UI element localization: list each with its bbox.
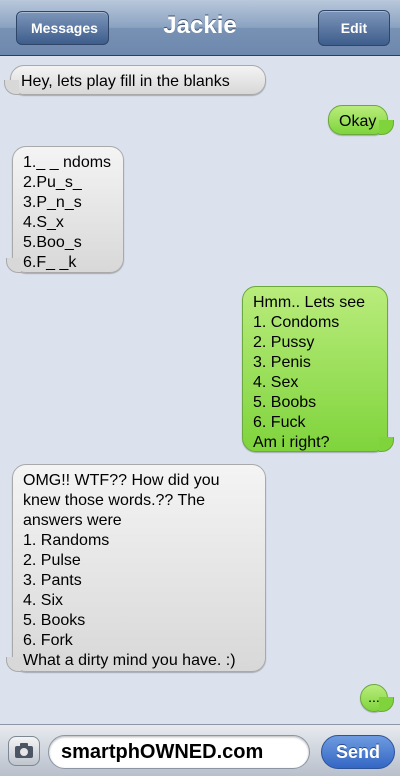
send-button[interactable]: Send (321, 735, 395, 769)
message-bubble-sent: Okay (328, 105, 394, 135)
message-input[interactable]: smartphOWNED.com (48, 735, 310, 769)
back-button-label: Messages (31, 20, 98, 36)
edit-button[interactable]: Edit (318, 10, 390, 46)
message-bubble-received: 1._ _ ndoms 2.Pu_s_ 3.P_n_s 4.S_x 5.Boo_… (6, 146, 124, 273)
compose-bar: smartphOWNED.com Send (0, 724, 400, 776)
message-bubble-received: OMG!! WTF?? How did you knew those words… (6, 464, 266, 672)
typing-indicator-bubble: ... (360, 684, 394, 712)
camera-button[interactable] (8, 736, 40, 766)
message-bubble-sent: Hmm.. Lets see 1. Condoms 2. Pussy 3. Pe… (242, 286, 394, 452)
message-bubble-received: Hey, lets play fill in the blanks (4, 65, 266, 95)
nav-bar: Messages Jackie Edit (0, 0, 400, 56)
camera-icon-lens (20, 748, 28, 756)
